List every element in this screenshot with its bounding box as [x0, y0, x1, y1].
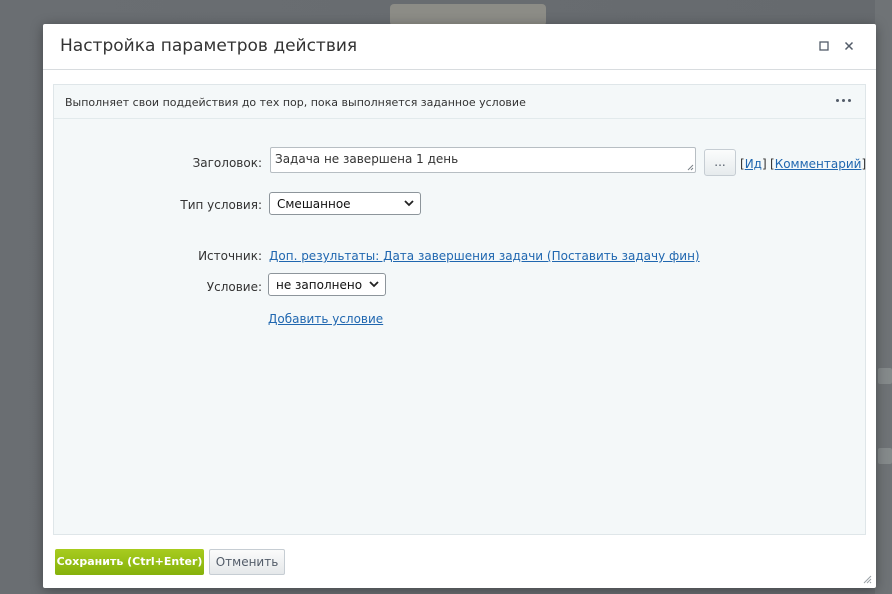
maximize-icon[interactable]	[816, 38, 832, 54]
title-input-value: Задача не завершена 1 день	[275, 152, 459, 166]
condition-select[interactable]: не заполнено	[268, 273, 386, 296]
insert-value-button[interactable]: ...	[704, 149, 736, 176]
close-icon[interactable]	[841, 38, 857, 54]
more-dots-icon[interactable]	[834, 94, 852, 106]
comment-link[interactable]: Комментарий	[775, 157, 862, 171]
add-condition-link[interactable]: Добавить условие	[268, 312, 383, 326]
background-right-column	[875, 0, 892, 594]
title-input[interactable]: Задача не завершена 1 день	[270, 147, 696, 173]
dialog-title: Настройка параметров действия	[60, 36, 358, 56]
id-link-wrapper: [Ид]	[740, 157, 767, 171]
background-tab	[390, 4, 546, 26]
comment-link-wrapper: [Комментарий]	[770, 157, 867, 171]
background-marker	[878, 368, 892, 384]
dialog-header: Настройка параметров действия	[43, 24, 876, 70]
activity-panel: Выполняет свои поддействия до тех пор, п…	[53, 84, 866, 535]
condition-label: Условие:	[206, 280, 262, 294]
condition-value: не заполнено	[276, 278, 363, 292]
action-settings-dialog: Настройка параметров действия Выполняет …	[43, 24, 876, 588]
id-link[interactable]: Ид	[745, 157, 762, 171]
dialog-resize-icon[interactable]	[862, 574, 872, 584]
condition-type-label: Тип условия:	[180, 198, 262, 212]
background-marker	[878, 448, 892, 464]
source-link[interactable]: Доп. результаты: Дата завершения задачи …	[269, 249, 700, 263]
title-label: Заголовок:	[192, 156, 262, 170]
textarea-resize-icon[interactable]	[687, 164, 694, 171]
source-label: Источник:	[198, 249, 262, 263]
chevron-down-icon	[404, 200, 414, 207]
cancel-button[interactable]: Отменить	[209, 549, 285, 575]
chevron-down-icon	[369, 281, 379, 288]
condition-type-value: Смешанное	[277, 197, 351, 211]
activity-description: Выполняет свои поддействия до тех пор, п…	[65, 96, 526, 109]
condition-type-select[interactable]: Смешанное	[269, 192, 421, 215]
panel-header: Выполняет свои поддействия до тех пор, п…	[54, 85, 865, 119]
save-button[interactable]: Сохранить (Ctrl+Enter)	[55, 549, 204, 575]
